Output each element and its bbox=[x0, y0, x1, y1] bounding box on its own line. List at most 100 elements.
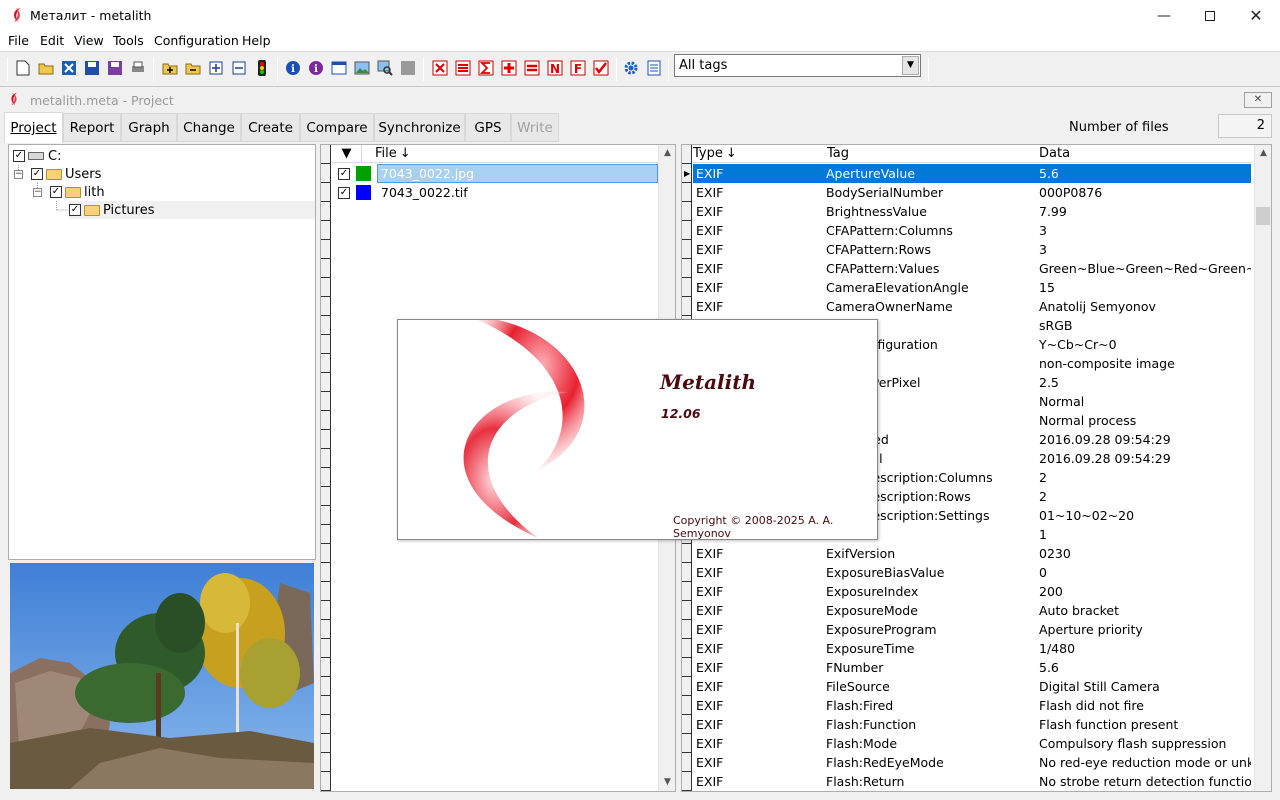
window-icon[interactable] bbox=[330, 59, 348, 77]
tab-gps[interactable]: GPS bbox=[465, 113, 511, 142]
tree-item-c[interactable]: ✓ C: bbox=[13, 147, 61, 165]
check-tag-icon[interactable] bbox=[592, 59, 610, 77]
exif-row[interactable]: EXIF ExposureTime 1/480 bbox=[693, 639, 1251, 658]
exif-row[interactable]: EXIF Flash:Fired Flash did not fire bbox=[693, 696, 1251, 715]
exif-data-cell: 0230 bbox=[1039, 546, 1071, 561]
exif-row[interactable]: EXIF ExposureIndex 200 bbox=[693, 582, 1251, 601]
menu-tools[interactable]: Tools bbox=[113, 33, 144, 48]
menu-view[interactable]: View bbox=[74, 33, 104, 48]
scroll-thumb[interactable] bbox=[1256, 207, 1270, 225]
exif-data-cell: 2.5 bbox=[1039, 375, 1059, 390]
add-folder-icon[interactable] bbox=[161, 59, 179, 77]
menu-configuration[interactable]: Configuration bbox=[154, 33, 239, 48]
checkbox[interactable]: ✓ bbox=[50, 186, 62, 198]
exif-row[interactable]: EXIF ExposureBiasValue 0 bbox=[693, 563, 1251, 582]
checkbox[interactable]: ✓ bbox=[69, 204, 81, 216]
scroll-up-icon[interactable]: ▲ bbox=[1255, 145, 1271, 162]
scroll-up-icon[interactable]: ▲ bbox=[659, 145, 676, 162]
exif-row[interactable]: EXIF FileSource Digital Still Camera bbox=[693, 677, 1251, 696]
save-as-icon[interactable] bbox=[106, 59, 124, 77]
maximize-button[interactable] bbox=[1187, 0, 1233, 31]
exif-row[interactable]: EXIF ExposureMode Auto bracket bbox=[693, 601, 1251, 620]
collapse-icon[interactable] bbox=[230, 59, 248, 77]
exif-row[interactable]: EXIF Flash:Return No strobe return detecti… bbox=[693, 772, 1251, 791]
tab-project[interactable]: Project bbox=[4, 112, 63, 143]
exif-row[interactable]: EXIF CFAPattern:Values Green~Blue~Green~Re… bbox=[693, 259, 1251, 278]
exif-row[interactable]: EXIF CameraElevationAngle 15 bbox=[693, 278, 1251, 297]
tab-write[interactable]: Write bbox=[511, 113, 559, 142]
open-icon[interactable] bbox=[37, 59, 55, 77]
delete-tag-icon[interactable] bbox=[431, 59, 449, 77]
sum-icon[interactable] bbox=[477, 59, 495, 77]
f-tag-icon[interactable]: F bbox=[569, 59, 587, 77]
exif-row[interactable]: EXIF CFAPattern:Columns 3 bbox=[693, 221, 1251, 240]
n-tag-icon[interactable]: N bbox=[546, 59, 564, 77]
tree-item-lith[interactable]: − ✓ lith bbox=[33, 183, 105, 201]
info-icon[interactable]: i bbox=[284, 59, 302, 77]
chevron-down-icon[interactable]: ▼ bbox=[902, 56, 919, 75]
tab-change[interactable]: Change bbox=[177, 113, 241, 142]
save-icon[interactable] bbox=[83, 59, 101, 77]
exif-row[interactable]: EXIF ApertureValue 5.6 bbox=[693, 164, 1251, 183]
menu-file[interactable]: File bbox=[8, 33, 29, 48]
tab-report[interactable]: Report bbox=[63, 113, 121, 142]
exif-data-cell: 1 bbox=[1039, 527, 1047, 542]
tab-create[interactable]: Create bbox=[241, 113, 300, 142]
filter-dropdown-icon[interactable]: ▼ bbox=[332, 145, 362, 163]
tree-item-pictures[interactable]: ✓ Pictures bbox=[69, 201, 315, 219]
notes-icon[interactable] bbox=[645, 59, 663, 77]
checkbox[interactable]: ✓ bbox=[31, 168, 43, 180]
exif-row[interactable]: EXIF ExposureProgram Aperture priority bbox=[693, 620, 1251, 639]
exif-row[interactable]: EXIF ExifVersion 0230 bbox=[693, 544, 1251, 563]
type-column-header[interactable]: Type ↓ bbox=[693, 145, 823, 163]
checkbox[interactable]: ✓ bbox=[13, 150, 25, 162]
gray-square-icon[interactable] bbox=[399, 59, 417, 77]
exif-scrollbar[interactable]: ▲ bbox=[1254, 145, 1271, 791]
file-column-header[interactable]: File ↓ bbox=[363, 145, 658, 163]
exif-row[interactable]: EXIF Flash:RedEyeMode No red-eye reduction… bbox=[693, 753, 1251, 772]
remove-folder-icon[interactable] bbox=[184, 59, 202, 77]
scroll-down-icon[interactable]: ▼ bbox=[659, 774, 676, 791]
exif-data-cell: Normal process bbox=[1039, 413, 1137, 428]
tab-compare[interactable]: Compare bbox=[300, 113, 374, 142]
equals-tag-icon[interactable] bbox=[523, 59, 541, 77]
checkbox[interactable]: ✓ bbox=[338, 167, 350, 180]
new-icon[interactable] bbox=[14, 59, 32, 77]
exif-tag-cell: ApertureValue bbox=[826, 166, 916, 181]
file-row[interactable]: ✓ 7043_0022.jpg bbox=[332, 164, 658, 183]
traffic-light-icon[interactable] bbox=[253, 59, 271, 77]
collapse-toggle-icon[interactable]: − bbox=[14, 169, 23, 179]
menu-help[interactable]: Help bbox=[242, 33, 271, 48]
collapse-toggle-icon[interactable]: − bbox=[33, 187, 42, 197]
tab-graph[interactable]: Graph bbox=[121, 113, 177, 142]
expand-icon[interactable] bbox=[207, 59, 225, 77]
exif-row[interactable]: EXIF CameraOwnerName Anatolij Semyonov bbox=[693, 297, 1251, 316]
tag-column-header[interactable]: Tag bbox=[823, 145, 1035, 163]
delete-tags-icon[interactable] bbox=[454, 59, 472, 77]
exif-row[interactable]: EXIF Flash:Function Flash function present bbox=[693, 715, 1251, 734]
tab-synchronize[interactable]: Synchronize bbox=[374, 113, 465, 142]
info-purple-icon[interactable]: i bbox=[307, 59, 325, 77]
plus-tag-icon[interactable] bbox=[500, 59, 518, 77]
exif-row[interactable]: EXIF Flash:Mode Compulsory flash suppressi… bbox=[693, 734, 1251, 753]
file-row[interactable]: ✓ 7043_0022.tif bbox=[332, 183, 468, 202]
checkbox[interactable]: ✓ bbox=[338, 186, 350, 199]
image-search-icon[interactable] bbox=[376, 59, 394, 77]
tag-filter-value: All tags bbox=[679, 58, 728, 73]
settings-icon[interactable] bbox=[622, 59, 640, 77]
close-icon[interactable] bbox=[60, 59, 78, 77]
number-of-files-label: Number of files bbox=[1069, 120, 1169, 135]
tag-filter-select[interactable]: All tags ▼ bbox=[674, 54, 921, 77]
image-icon[interactable] bbox=[353, 59, 371, 77]
tree-item-users[interactable]: − ✓ Users bbox=[14, 165, 101, 183]
menu-edit[interactable]: Edit bbox=[40, 33, 64, 48]
exif-row[interactable]: EXIF BodySerialNumber 000P0876 bbox=[693, 183, 1251, 202]
child-close-button[interactable]: ✕ bbox=[1244, 92, 1272, 108]
exif-row[interactable]: EXIF CFAPattern:Rows 3 bbox=[693, 240, 1251, 259]
exif-row[interactable]: EXIF BrightnessValue 7.99 bbox=[693, 202, 1251, 221]
data-column-header[interactable]: Data bbox=[1035, 145, 1251, 163]
close-window-button[interactable]: ✕ bbox=[1233, 0, 1279, 31]
print-icon[interactable] bbox=[129, 59, 147, 77]
exif-row[interactable]: EXIF FNumber 5.6 bbox=[693, 658, 1251, 677]
minimize-button[interactable]: — bbox=[1141, 0, 1187, 31]
